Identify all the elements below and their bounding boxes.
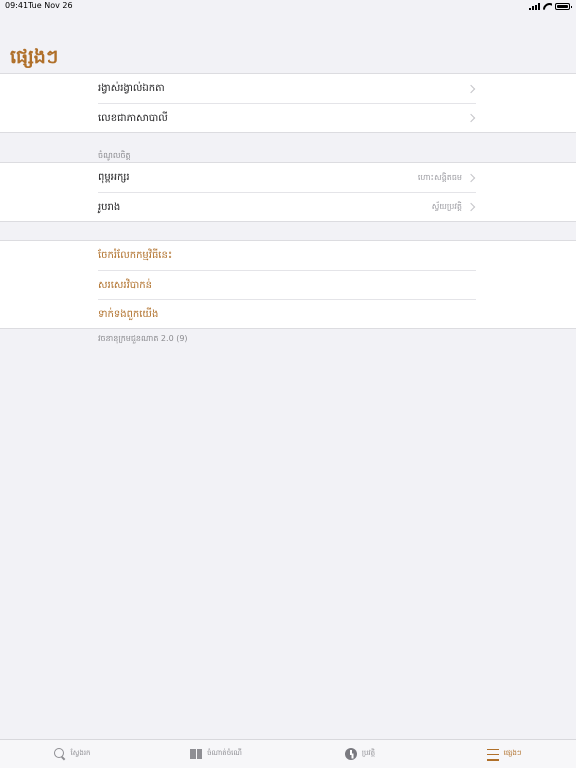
tab-history[interactable]: ប្រវត្តិ <box>288 740 432 768</box>
status-time: 09:41 <box>5 1 29 10</box>
chevron-right-icon <box>466 84 476 93</box>
tab-bookmarks[interactable]: ចំណាត់ចំណើ <box>144 740 288 768</box>
preferences-group: ពុម្ពអក្សរ ហោះសង្គិតធម រូបរាង ស្វ័យប្រវត… <box>0 162 576 222</box>
row-label: ពុម្ពអក្សរ <box>98 172 130 183</box>
tab-label: ស្វែងរក <box>70 749 91 757</box>
share-app-button[interactable]: ចែករំលែកកម្មវិធីនេះ <box>98 241 476 270</box>
links-group: ចែករំលែកកម្មវិធីនេះ សរសេរវិបាកន់ ទាក់ទងព… <box>0 240 576 329</box>
row-units-measurement[interactable]: រង្វាស់រង្វាល់ឯកតា <box>98 74 476 103</box>
clock-icon <box>344 748 357 760</box>
battery-icon <box>555 2 572 10</box>
chevron-right-icon <box>466 113 476 123</box>
search-icon <box>53 748 66 760</box>
row-label: សរសេរវិបាកន់ <box>98 279 152 291</box>
row-font[interactable]: ពុម្ពអក្សរ ហោះសង្គិតធម <box>98 163 476 192</box>
status-bar: 09:41 Tue Nov 26 <box>0 0 576 12</box>
row-label: ទាក់ទងពួកយើង <box>98 308 159 320</box>
row-value: ស្វ័យប្រវត្តិ <box>431 202 462 211</box>
section-header-preferences: ចំណូលចិត្ត <box>98 151 131 160</box>
row-value: ហោះសង្គិតធម <box>417 172 462 182</box>
tab-bar: ស្វែងរក ចំណាត់ចំណើ ប្រវត្តិ ផ្សេងៗ <box>0 739 576 768</box>
status-icons <box>529 2 572 10</box>
cellular-signal-icon <box>529 2 540 10</box>
wifi-icon <box>543 3 552 10</box>
version-text: វចនានុក្រមជួនណាត 2.0 (9) <box>98 334 188 343</box>
row-label: រូបរាង <box>98 201 121 213</box>
contact-us-button[interactable]: ទាក់ទងពួកយើង <box>98 299 476 328</box>
tab-label: ចំណាត់ចំណើ <box>207 749 242 757</box>
status-date: Tue Nov 26 <box>28 1 73 10</box>
units-group: រង្វាស់រង្វាល់ឯកតា លេខជាភាសាបាលី <box>0 73 576 133</box>
row-label: លេខជាភាសាបាលី <box>98 112 168 124</box>
chevron-right-icon <box>466 202 476 212</box>
chevron-right-icon <box>466 173 476 182</box>
tab-more[interactable]: ផ្សេងៗ <box>432 740 576 768</box>
tab-search[interactable]: ស្វែងរក <box>0 740 144 768</box>
row-appearance[interactable]: រូបរាង ស្វ័យប្រវត្តិ <box>98 192 476 221</box>
row-label: រង្វាស់រង្វាល់ឯកតា <box>98 83 165 94</box>
row-label: ចែករំលែកកម្មវិធីនេះ <box>98 250 173 261</box>
book-icon <box>190 748 203 760</box>
row-pali-numbers[interactable]: លេខជាភាសាបាលី <box>98 103 476 132</box>
write-review-button[interactable]: សរសេរវិបាកន់ <box>98 270 476 299</box>
page-title: ផ្សេងៗ <box>10 46 59 68</box>
tab-label: ផ្សេងៗ <box>503 749 522 757</box>
tab-label: ប្រវត្តិ <box>361 749 376 757</box>
menu-icon <box>486 748 499 761</box>
